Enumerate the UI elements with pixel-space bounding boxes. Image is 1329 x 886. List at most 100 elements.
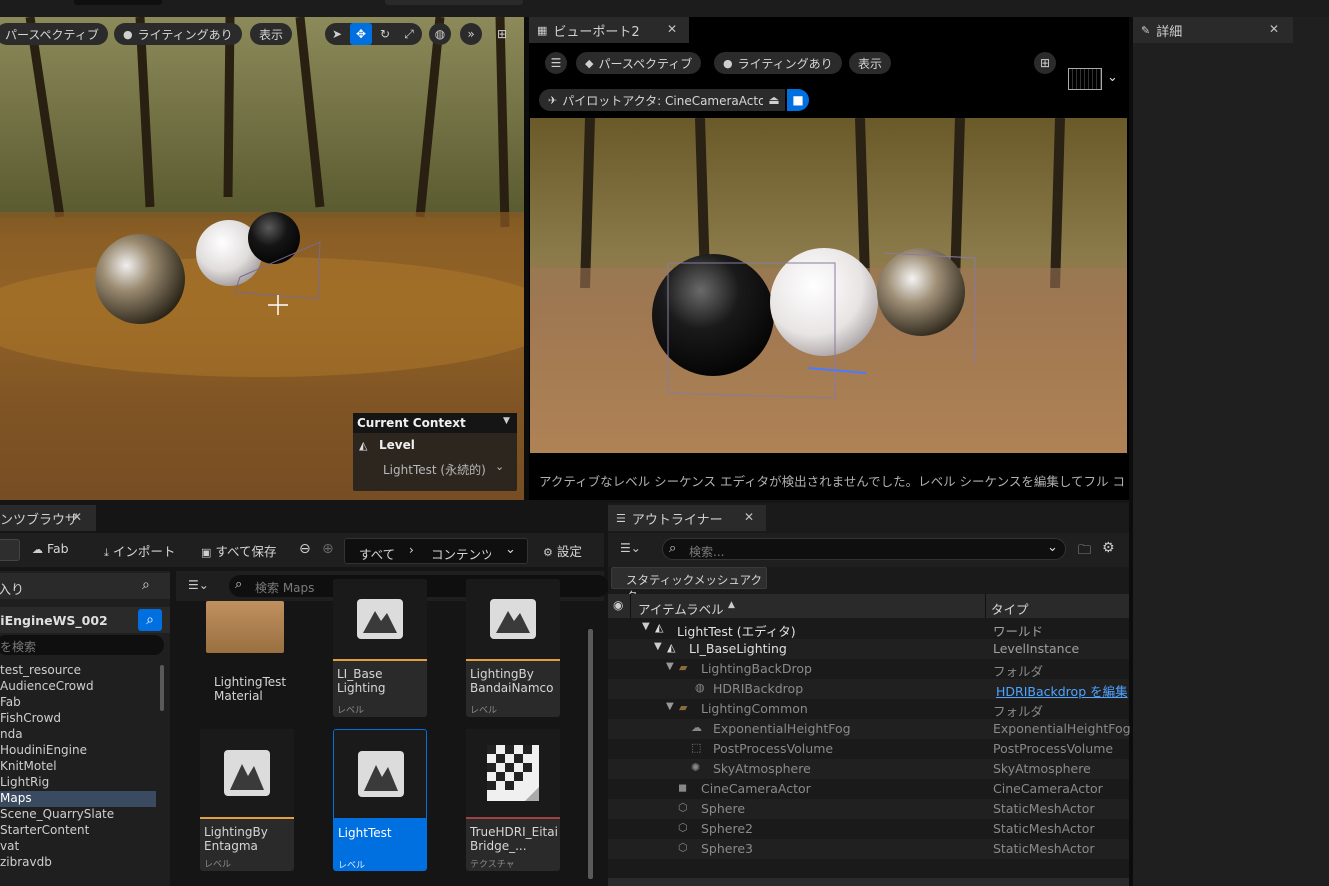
chevron-down-icon[interactable]: ⌄ bbox=[1107, 70, 1118, 85]
tab-outliner[interactable]: ☰ アウトライナー ✕ bbox=[608, 505, 766, 531]
folder-scrollbar[interactable] bbox=[160, 665, 164, 711]
search-icon[interactable]: ⌕ bbox=[138, 609, 162, 631]
folder-item[interactable]: AudienceCrowd bbox=[0, 679, 170, 695]
folder-item[interactable]: vat bbox=[0, 839, 170, 855]
forward-icon[interactable]: ⊕ bbox=[322, 541, 334, 557]
vp1-perspective-button[interactable]: パースペクティブ bbox=[0, 23, 108, 45]
search-icon[interactable]: ⌕ bbox=[142, 577, 150, 593]
close-icon[interactable]: ✕ bbox=[1269, 22, 1279, 36]
vp2-show-button[interactable]: 表示 bbox=[849, 52, 892, 74]
more-options-icon[interactable]: » bbox=[460, 23, 482, 45]
top-field[interactable] bbox=[74, 0, 162, 5]
outliner-row[interactable]: ▼ ▰ LightingCommon フォルダ bbox=[608, 699, 1129, 719]
layout-grid-icon[interactable]: ⊞ bbox=[491, 23, 513, 45]
save-all-button[interactable]: ▣ すべて保存 bbox=[201, 541, 277, 560]
visibility-eye-icon[interactable]: ◉ bbox=[613, 598, 623, 612]
details-splitter[interactable] bbox=[1129, 17, 1133, 886]
outliner-search-input[interactable]: ⌕ 検索... ⌄ bbox=[662, 538, 1066, 560]
outliner-row[interactable]: ⬡ Sphere3 StaticMeshActor bbox=[608, 839, 1129, 859]
breadcrumb-content[interactable]: コンテンツ bbox=[431, 544, 491, 563]
project-header[interactable]: iiEngineWS_002 ⌕ bbox=[0, 607, 170, 633]
outliner-row[interactable]: ✺ SkyAtmosphere SkyAtmosphere bbox=[608, 759, 1129, 779]
asset-tile[interactable]: LightingBy BandaiNamco レベル bbox=[466, 579, 560, 717]
column-divider[interactable] bbox=[985, 594, 986, 618]
context-level-dropdown[interactable]: LightTest (永続的) ⌄ bbox=[355, 457, 513, 479]
close-icon[interactable]: ✕ bbox=[744, 510, 754, 524]
folder-item[interactable]: StarterContent bbox=[0, 823, 170, 839]
outliner-row[interactable]: ⬡ Sphere2 StaticMeshActor bbox=[608, 819, 1129, 839]
import-button[interactable]: ⤓ インポート bbox=[104, 541, 175, 560]
close-icon[interactable]: ✕ bbox=[72, 510, 82, 524]
vp2-perspective-button[interactable]: ◆ パースペクティブ bbox=[576, 52, 702, 74]
outliner-row[interactable]: ☁ ExponentialHeightFog ExponentialHeight… bbox=[608, 719, 1131, 739]
pilot-actor-badge[interactable]: ✈ パイロットアクタ: CineCameraActor bbox=[539, 89, 779, 111]
tab-viewport-2[interactable]: ▦ ビューポート2 ✕ bbox=[529, 17, 689, 43]
folder-item[interactable]: HoudiniEngine bbox=[0, 743, 170, 759]
camera-preview-box[interactable] bbox=[1068, 68, 1102, 90]
asset-tile[interactable]: LightingBy Entagma レベル bbox=[200, 729, 294, 871]
folder-item[interactable]: Fab bbox=[0, 695, 170, 711]
asset-tile[interactable]: TrueHDRI_Eitai Bridge_... テクスチャ bbox=[466, 729, 560, 871]
select-mode-icon[interactable]: ➤ bbox=[326, 23, 348, 45]
folder-item[interactable]: LightRig bbox=[0, 775, 170, 791]
outliner-row[interactable]: ⬚ PostProcessVolume PostProcessVolume bbox=[608, 739, 1129, 759]
outliner-row[interactable]: ◼ CineCameraActor CineCameraActor bbox=[608, 779, 1129, 799]
vp2-menu-icon[interactable]: ☰ bbox=[545, 52, 567, 74]
vp2-lighting-button[interactable]: ● ライティングあり bbox=[714, 52, 842, 74]
gear-icon[interactable]: ⚙ bbox=[1102, 540, 1115, 556]
folder-item[interactable]: FishCrowd bbox=[0, 711, 170, 727]
vp2-layout-icon[interactable]: ⊞ bbox=[1034, 52, 1056, 74]
folder-item-selected[interactable]: Maps bbox=[0, 791, 156, 807]
current-context-header[interactable]: Current Context ▼ bbox=[353, 413, 517, 433]
settings-button[interactable]: ⚙ 設定 bbox=[543, 541, 582, 560]
favorites-header[interactable]: 入り ⌕ bbox=[0, 573, 170, 599]
row-type: ワールド bbox=[993, 624, 1044, 639]
folder-search-input[interactable]: を検索 bbox=[0, 635, 164, 655]
close-icon[interactable]: ✕ bbox=[667, 22, 677, 36]
outliner-row[interactable]: ▼ ◭ LI_BaseLighting LevelInstance bbox=[608, 639, 1129, 659]
world-space-icon[interactable]: ◍ bbox=[429, 23, 451, 45]
row-label: PostProcessVolume bbox=[713, 741, 834, 756]
move-mode-icon[interactable]: ✥ bbox=[350, 23, 372, 45]
fab-button[interactable]: ☁ Fab bbox=[32, 541, 69, 556]
folder-tree: test_resource AudienceCrowd Fab FishCrow… bbox=[0, 663, 160, 883]
tab-details[interactable]: ✎ 詳細 ✕ bbox=[1133, 17, 1293, 43]
column-type[interactable]: タイプ bbox=[991, 599, 1029, 618]
vp1-lighting-button[interactable]: ● ライティングあり bbox=[114, 23, 242, 45]
back-icon[interactable]: ⊖ bbox=[299, 541, 311, 557]
tab-content-browser[interactable]: ンツブラウザ ✕ bbox=[0, 505, 96, 531]
asset-type: レベル bbox=[204, 860, 232, 870]
folder-item[interactable]: Scene_QuarrySlate bbox=[0, 807, 170, 823]
vp1-show-button[interactable]: 表示 bbox=[250, 23, 293, 45]
rotate-mode-icon[interactable]: ↻ bbox=[374, 23, 396, 45]
folder-item[interactable]: zibravdb bbox=[0, 855, 170, 871]
level-type-bar bbox=[200, 817, 294, 819]
viewport-1[interactable]: パースペクティブ ● ライティングあり 表示 ➤ ✥ ↻ ⤢ ◍ » ⊞ Curr… bbox=[0, 17, 524, 500]
outliner-row[interactable]: ◍ HDRIBackdrop HDRIBackdrop を編集 bbox=[608, 679, 1129, 699]
camera-icon[interactable]: ■ bbox=[787, 89, 809, 111]
breadcrumb-all[interactable]: すべて bbox=[359, 544, 395, 563]
outliner-row[interactable]: ▼ ◭ LightTest (エディタ) ワールド bbox=[608, 619, 1129, 639]
cube-icon: ◆ bbox=[585, 56, 594, 70]
asset-tile-selected[interactable]: LightTest レベル bbox=[333, 729, 427, 871]
edit-blueprint-link[interactable]: HDRIBackdrop を編集 bbox=[996, 681, 1128, 700]
folder-item[interactable]: KnitMotel bbox=[0, 759, 170, 775]
sky-atmosphere-icon: ✺ bbox=[691, 761, 701, 774]
path-breadcrumb[interactable]: すべて › コンテンツ ⌄ bbox=[344, 538, 528, 564]
asset-tile[interactable]: LightingTest Material bbox=[200, 585, 294, 715]
outliner-row[interactable]: ▼ ▰ LightingBackDrop フォルダ bbox=[608, 659, 1129, 679]
filter-icon[interactable]: ☰⌄ bbox=[620, 541, 641, 555]
top-field-2[interactable] bbox=[385, 0, 523, 5]
vp2-show-label: 表示 bbox=[858, 56, 883, 71]
folder-item[interactable]: test_resource bbox=[0, 663, 170, 679]
add-button[interactable] bbox=[0, 539, 20, 561]
asset-tile[interactable]: LI_Base Lighting レベル bbox=[333, 579, 427, 717]
folder-item[interactable]: nda bbox=[0, 727, 170, 743]
eject-icon[interactable]: ⏏ bbox=[763, 89, 785, 111]
scale-mode-icon[interactable]: ⤢ bbox=[398, 23, 420, 45]
filter-chip[interactable]: スタティックメッシュアクタ bbox=[611, 567, 767, 603]
outliner-row[interactable]: ⬡ Sphere StaticMeshActor bbox=[608, 799, 1129, 819]
column-item-label[interactable]: アイテムラベル bbox=[638, 599, 724, 618]
add-folder-icon[interactable]: 🗀 bbox=[1078, 541, 1091, 563]
asset-scrollbar[interactable] bbox=[588, 629, 593, 879]
